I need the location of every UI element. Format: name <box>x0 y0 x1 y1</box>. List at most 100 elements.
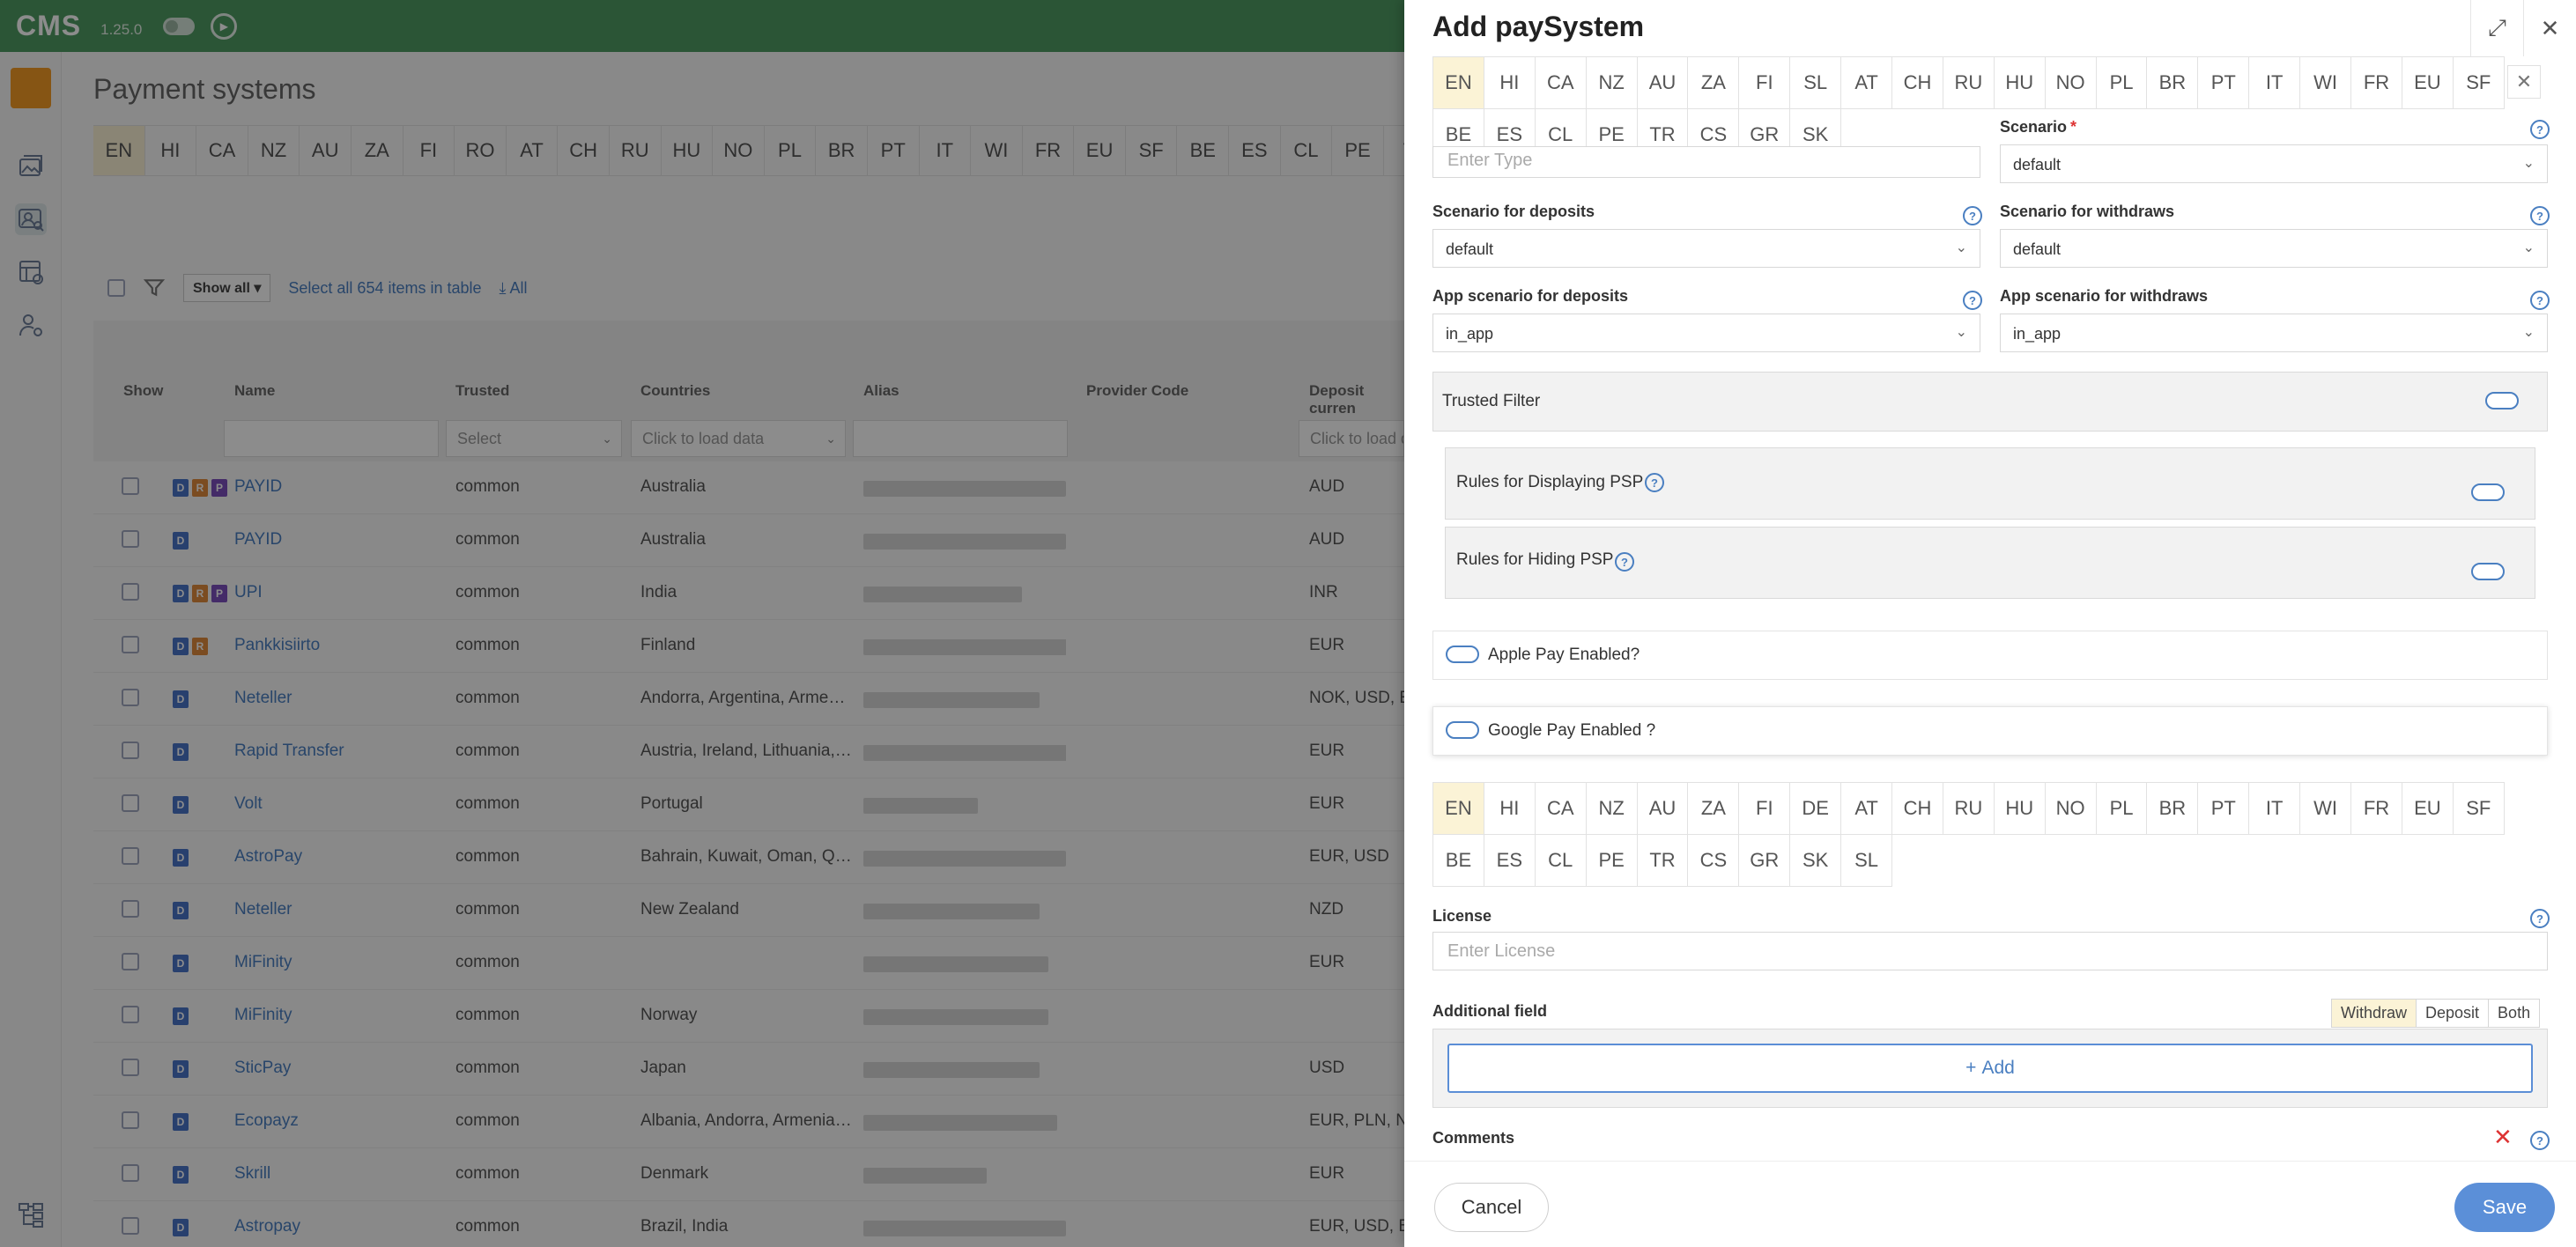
lang-tab[interactable]: ES <box>1483 834 1536 887</box>
lang-tab[interactable]: BE <box>1432 834 1484 887</box>
lang-tab[interactable]: SF <box>2452 782 2505 835</box>
lang-tab[interactable]: SL <box>1840 834 1893 887</box>
lang-tab[interactable]: SF <box>2452 56 2505 109</box>
lang-tab[interactable]: CH <box>1891 56 1943 109</box>
app-scenario-withdraws-select[interactable]: in_app ⌄ <box>2000 314 2548 352</box>
lang-tab[interactable]: DE <box>1789 782 1842 835</box>
scenario-withdraws-select[interactable]: default ⌄ <box>2000 229 2548 268</box>
lang-tab[interactable]: HU <box>1993 56 2046 109</box>
lang-tab[interactable]: FR <box>2350 782 2402 835</box>
help-icon[interactable]: ? <box>1963 291 1982 310</box>
lang-tab[interactable]: EN <box>1432 56 1484 109</box>
close-language-tabs-icon[interactable]: ✕ <box>2507 65 2541 99</box>
lang-tab[interactable]: PE <box>1585 834 1638 887</box>
expand-icon[interactable]: ⤢ <box>2470 0 2523 56</box>
lang-tab[interactable]: IT <box>2248 782 2301 835</box>
lang-tab[interactable]: HU <box>1993 782 2046 835</box>
lang-tab[interactable]: CA <box>1534 782 1587 835</box>
help-icon[interactable]: ? <box>2530 291 2550 310</box>
lang-tab[interactable]: BR <box>2146 782 2199 835</box>
close-icon[interactable]: ✕ <box>2523 0 2576 56</box>
google-pay-label: Google Pay Enabled ? <box>1488 721 1656 740</box>
mode-withdraw-option[interactable]: Withdraw <box>2332 1000 2417 1027</box>
lang-tab[interactable]: IT <box>2248 56 2301 109</box>
mode-both-option[interactable]: Both <box>2489 1000 2539 1027</box>
save-button[interactable]: Save <box>2454 1183 2555 1232</box>
lang-tab[interactable]: CH <box>1891 782 1943 835</box>
apple-pay-toggle[interactable] <box>1446 646 1479 663</box>
rules-hiding-label: Rules for Hiding PSP <box>1456 550 1614 569</box>
clear-comments-icon[interactable]: ✕ <box>2493 1124 2513 1151</box>
scenario-withdraws-label: Scenario for withdraws <box>2000 203 2175 220</box>
help-icon[interactable]: ? <box>2530 1131 2550 1150</box>
scenario-deposits-select[interactable]: default ⌄ <box>1432 229 1980 268</box>
lang-tab[interactable]: ZA <box>1687 56 1740 109</box>
lang-tab[interactable]: PL <box>2095 56 2148 109</box>
lang-tab[interactable]: NO <box>2044 782 2097 835</box>
help-icon[interactable]: ? <box>1963 206 1982 225</box>
app-scenario-deposits-select[interactable]: in_app ⌄ <box>1432 314 1980 352</box>
lang-tab[interactable]: GR <box>1738 834 1791 887</box>
apple-pay-card: Apple Pay Enabled? <box>1432 631 2548 680</box>
lang-tab[interactable]: BR <box>2146 56 2199 109</box>
lang-tab[interactable]: EN <box>1432 782 1484 835</box>
help-icon[interactable]: ? <box>2530 206 2550 225</box>
scenario-select[interactable]: default ⌄ <box>2000 144 2548 183</box>
lang-tab[interactable]: SK <box>1789 834 1842 887</box>
rules-hiding-toggle[interactable] <box>2471 563 2505 580</box>
google-pay-toggle[interactable] <box>1446 721 1479 739</box>
lang-tab[interactable]: HI <box>1483 56 1536 109</box>
lang-tab[interactable]: WI <box>2299 56 2352 109</box>
lang-tab[interactable]: TR <box>1636 834 1689 887</box>
add-field-button[interactable]: + Add <box>1447 1044 2533 1093</box>
app-scenario-deposits-label: App scenario for deposits <box>1432 287 1629 305</box>
scenario-deposits-label: Scenario for deposits <box>1432 203 1595 220</box>
rules-displaying-panel: Rules for Displaying PSP ? <box>1445 447 2535 520</box>
license-label: License <box>1432 907 1492 925</box>
lang-tab[interactable]: HI <box>1483 782 1536 835</box>
apple-pay-label: Apple Pay Enabled? <box>1488 646 1640 664</box>
license-input[interactable]: Enter License <box>1432 932 2548 970</box>
trusted-filter-label: Trusted Filter <box>1442 392 1541 410</box>
trusted-filter-panel: Trusted Filter <box>1432 372 2548 432</box>
lang-tab[interactable]: CA <box>1534 56 1587 109</box>
lang-tab[interactable]: RU <box>1942 782 1995 835</box>
lang-tab[interactable]: RU <box>1942 56 1995 109</box>
lang-tab[interactable]: AU <box>1636 782 1689 835</box>
help-icon[interactable]: ? <box>2530 909 2550 928</box>
lang-tab[interactable]: PT <box>2197 782 2250 835</box>
lang-tab[interactable]: WI <box>2299 782 2352 835</box>
lang-tab[interactable]: AT <box>1840 782 1893 835</box>
lang-tab[interactable]: PT <box>2197 56 2250 109</box>
lang-tab[interactable]: FI <box>1738 782 1791 835</box>
rules-hiding-panel: Rules for Hiding PSP ? <box>1445 527 2535 599</box>
cancel-button[interactable]: Cancel <box>1434 1183 1549 1232</box>
lang-tab[interactable]: NZ <box>1585 56 1638 109</box>
lang-tab[interactable]: AU <box>1636 56 1689 109</box>
modal-backdrop[interactable] <box>0 0 1404 1247</box>
plus-icon: + <box>1965 1058 1977 1078</box>
type-input[interactable]: Enter Type <box>1432 146 1980 178</box>
drawer-footer: Cancel Save <box>1404 1161 2576 1247</box>
lang-tab[interactable]: CL <box>1534 834 1587 887</box>
drawer-title: Add paySystem <box>1432 11 1645 42</box>
lang-tab[interactable]: FI <box>1738 56 1791 109</box>
lang-tab[interactable]: ZA <box>1687 782 1740 835</box>
lang-tab[interactable]: NZ <box>1585 782 1638 835</box>
lang-tab[interactable]: CS <box>1687 834 1740 887</box>
rules-displaying-toggle[interactable] <box>2471 483 2505 501</box>
help-icon[interactable]: ? <box>1645 473 1664 492</box>
help-icon[interactable]: ? <box>2530 120 2550 139</box>
lang-tab[interactable]: FR <box>2350 56 2402 109</box>
lang-tab[interactable]: SL <box>1789 56 1842 109</box>
lang-tab[interactable]: EU <box>2401 782 2454 835</box>
lang-tab[interactable]: EU <box>2401 56 2454 109</box>
trusted-filter-toggle[interactable] <box>2485 392 2519 410</box>
mode-deposit-option[interactable]: Deposit <box>2417 1000 2490 1027</box>
app-scenario-withdraws-label: App scenario for withdraws <box>2000 287 2209 305</box>
lang-tab[interactable]: PL <box>2095 782 2148 835</box>
drawer-form: EN HI CA NZ AU ZA FI SL AT CH RU HU NO PL BR PT IT WI FR EU… <box>1404 56 2576 1161</box>
lang-tab[interactable]: NO <box>2044 56 2097 109</box>
help-icon[interactable]: ? <box>1615 552 1634 572</box>
lang-tab[interactable]: AT <box>1840 56 1893 109</box>
